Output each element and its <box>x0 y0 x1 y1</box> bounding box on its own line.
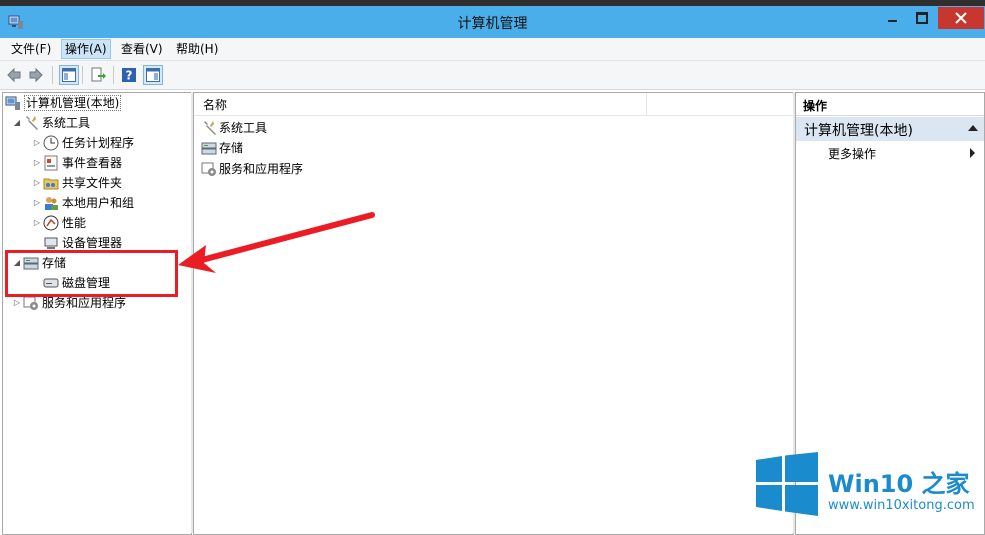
actions-section-label: 计算机管理(本地) <box>804 123 913 139</box>
export-list-icon <box>91 67 106 82</box>
show-hide-tree-button[interactable] <box>59 65 79 85</box>
submenu-arrow-icon[interactable] <box>970 148 975 158</box>
menu-view[interactable]: 查看(V) <box>118 40 166 58</box>
tree-item-label: 本地用户和组 <box>62 196 135 210</box>
column-divider[interactable] <box>646 93 647 115</box>
navigation-tree-pane[interactable]: 计算机管理(本地) ◢ 系统工具 ▷ 任务计划程序 ▷ 事件查看器 ▷ 共享文件夹 ▷ 本… <box>2 92 192 535</box>
content-list-pane[interactable]: 名称 系统工具 存储 服务和应用程序 <box>193 92 794 535</box>
maximize-icon <box>916 12 928 24</box>
tree-item-system-tools[interactable]: ◢ 系统工具 <box>11 114 90 132</box>
tree-item-shared-folders[interactable]: ▷ 共享文件夹 <box>31 174 122 192</box>
list-item-storage[interactable]: 存储 <box>201 138 243 158</box>
watermark-url: www.win10xitong.com <box>828 498 975 513</box>
expand-arrow-icon[interactable]: ▷ <box>31 174 43 192</box>
tree-item-event-viewer[interactable]: ▷ 事件查看器 <box>31 154 122 172</box>
tree-item-label: 服务和应用程序 <box>42 296 127 310</box>
toolbar-separator <box>113 66 114 84</box>
show-tree-icon <box>62 68 76 82</box>
column-header-name[interactable]: 名称 <box>203 96 227 113</box>
actions-pane-title: 操作 <box>796 93 984 116</box>
toolbar-separator <box>52 66 53 84</box>
tree-item-performance[interactable]: ▷ 性能 <box>31 214 86 232</box>
computer-management-icon <box>5 96 20 110</box>
forward-button[interactable] <box>27 66 45 84</box>
list-item-services-apps[interactable]: 服务和应用程序 <box>201 159 303 179</box>
users-icon <box>45 197 58 210</box>
tree-item-label: 计算机管理(本地) <box>24 95 122 111</box>
collapse-section-icon[interactable] <box>968 125 978 131</box>
tree-item-label: 系统工具 <box>42 116 91 130</box>
minimize-icon <box>887 20 897 22</box>
menu-help[interactable]: 帮助(H) <box>173 40 221 58</box>
event-viewer-icon <box>44 155 58 171</box>
help-icon: ? <box>122 68 136 83</box>
menu-bar: 文件(F) 操作(A) 查看(V) 帮助(H) <box>0 38 985 61</box>
windows-logo-icon <box>756 452 818 516</box>
performance-icon <box>43 215 59 231</box>
forward-arrow-icon <box>29 67 43 83</box>
expand-arrow-icon[interactable]: ▷ <box>31 194 43 212</box>
more-actions-link[interactable]: 更多操作 <box>828 145 876 162</box>
actions-section-header[interactable]: 计算机管理(本地) <box>796 117 984 141</box>
show-hide-action-pane-button[interactable] <box>143 65 163 85</box>
show-action-pane-icon <box>146 68 160 82</box>
expand-arrow-icon[interactable]: ▷ <box>31 134 43 152</box>
highlight-box <box>5 250 178 297</box>
tree-item-label: 事件查看器 <box>62 156 123 170</box>
svg-text:?: ? <box>126 69 133 83</box>
maximize-button[interactable] <box>908 7 936 29</box>
list-column-header: 名称 <box>194 93 793 116</box>
tree-item-label: 任务计划程序 <box>62 136 135 150</box>
shared-folder-icon <box>43 178 59 190</box>
actions-title-label: 操作 <box>803 99 828 113</box>
title-bar: 计算机管理 <box>0 0 985 38</box>
minimize-button[interactable] <box>878 7 906 29</box>
window-title: 计算机管理 <box>457 16 528 32</box>
tree-item-computer-management[interactable]: 计算机管理(本地) <box>5 94 122 112</box>
toolbar: ? <box>0 61 985 90</box>
watermark-brand: Win10 之家 <box>828 470 970 498</box>
services-icon <box>201 162 216 176</box>
tools-icon <box>204 121 216 135</box>
menu-file[interactable]: 文件(F) <box>8 40 54 58</box>
expand-arrow-icon[interactable]: ▷ <box>31 154 43 172</box>
list-item-label: 系统工具 <box>219 121 268 135</box>
storage-icon <box>201 142 217 155</box>
tree-item-local-users[interactable]: ▷ 本地用户和组 <box>31 194 134 212</box>
list-item-label: 服务和应用程序 <box>219 162 304 176</box>
close-button[interactable] <box>938 7 984 29</box>
device-manager-icon <box>44 237 58 249</box>
tree-item-label: 性能 <box>62 216 87 230</box>
list-item-system-tools[interactable]: 系统工具 <box>201 118 267 138</box>
back-button[interactable] <box>5 66 23 84</box>
tree-item-task-scheduler[interactable]: ▷ 任务计划程序 <box>31 134 134 152</box>
menu-action[interactable]: 操作(A) <box>61 39 111 59</box>
export-list-button[interactable] <box>89 66 107 84</box>
back-arrow-icon <box>7 67 21 83</box>
collapse-arrow-icon[interactable]: ◢ <box>11 114 23 132</box>
watermark: Win10 之家 www.win10xitong.com <box>752 450 982 530</box>
tree-item-label: 共享文件夹 <box>62 176 123 190</box>
help-button[interactable]: ? <box>120 66 138 84</box>
annotation-arrow <box>178 212 375 273</box>
toolbar-separator <box>82 66 83 84</box>
services-icon <box>23 296 38 310</box>
list-item-label: 存储 <box>219 141 244 155</box>
clock-icon <box>43 135 59 151</box>
tools-icon <box>26 116 38 130</box>
expand-arrow-icon[interactable]: ▷ <box>31 214 43 232</box>
tree-item-label: 设备管理器 <box>62 236 123 250</box>
close-icon <box>955 12 967 24</box>
